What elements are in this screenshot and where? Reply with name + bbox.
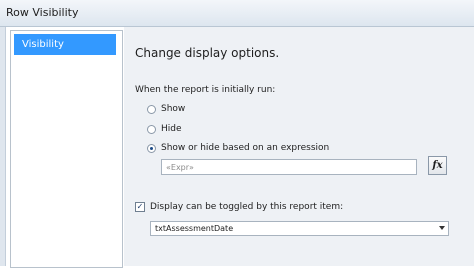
sidebar-item-label: Visibility xyxy=(22,39,64,50)
show-radio[interactable] xyxy=(147,105,156,114)
expression-radio[interactable] xyxy=(147,144,156,153)
title-bar: Row Visibility xyxy=(0,0,474,27)
sidebar: Visibility xyxy=(10,30,123,268)
chevron-down-icon[interactable] xyxy=(439,226,445,230)
show-radio-label[interactable]: Show xyxy=(161,104,185,114)
report-item-value: txtAssessmentDate xyxy=(155,224,234,233)
row-visibility-dialog: Row Visibility Visibility Change display… xyxy=(0,0,474,268)
toggle-checkbox-label[interactable]: Display can be toggled by this report it… xyxy=(150,202,343,212)
page-title: Change display options. xyxy=(135,46,280,60)
hide-radio-label[interactable]: Hide xyxy=(161,124,182,134)
left-border xyxy=(0,27,6,266)
initial-run-label: When the report is initially run: xyxy=(135,85,276,95)
window-title: Row Visibility xyxy=(6,6,79,19)
toggle-checkbox[interactable]: ✓ xyxy=(135,202,145,212)
expression-builder-button[interactable]: fx xyxy=(428,156,447,175)
hide-radio[interactable] xyxy=(147,125,156,134)
expression-field[interactable]: «Expr» xyxy=(161,159,417,175)
main-panel: Change display options. When the report … xyxy=(124,27,474,266)
report-item-select[interactable]: txtAssessmentDate xyxy=(150,221,449,236)
function-icon: fx xyxy=(432,160,443,171)
checkmark-icon: ✓ xyxy=(136,202,144,211)
sidebar-item-visibility[interactable]: Visibility xyxy=(14,34,116,55)
expression-radio-label[interactable]: Show or hide based on an expression xyxy=(161,143,329,153)
